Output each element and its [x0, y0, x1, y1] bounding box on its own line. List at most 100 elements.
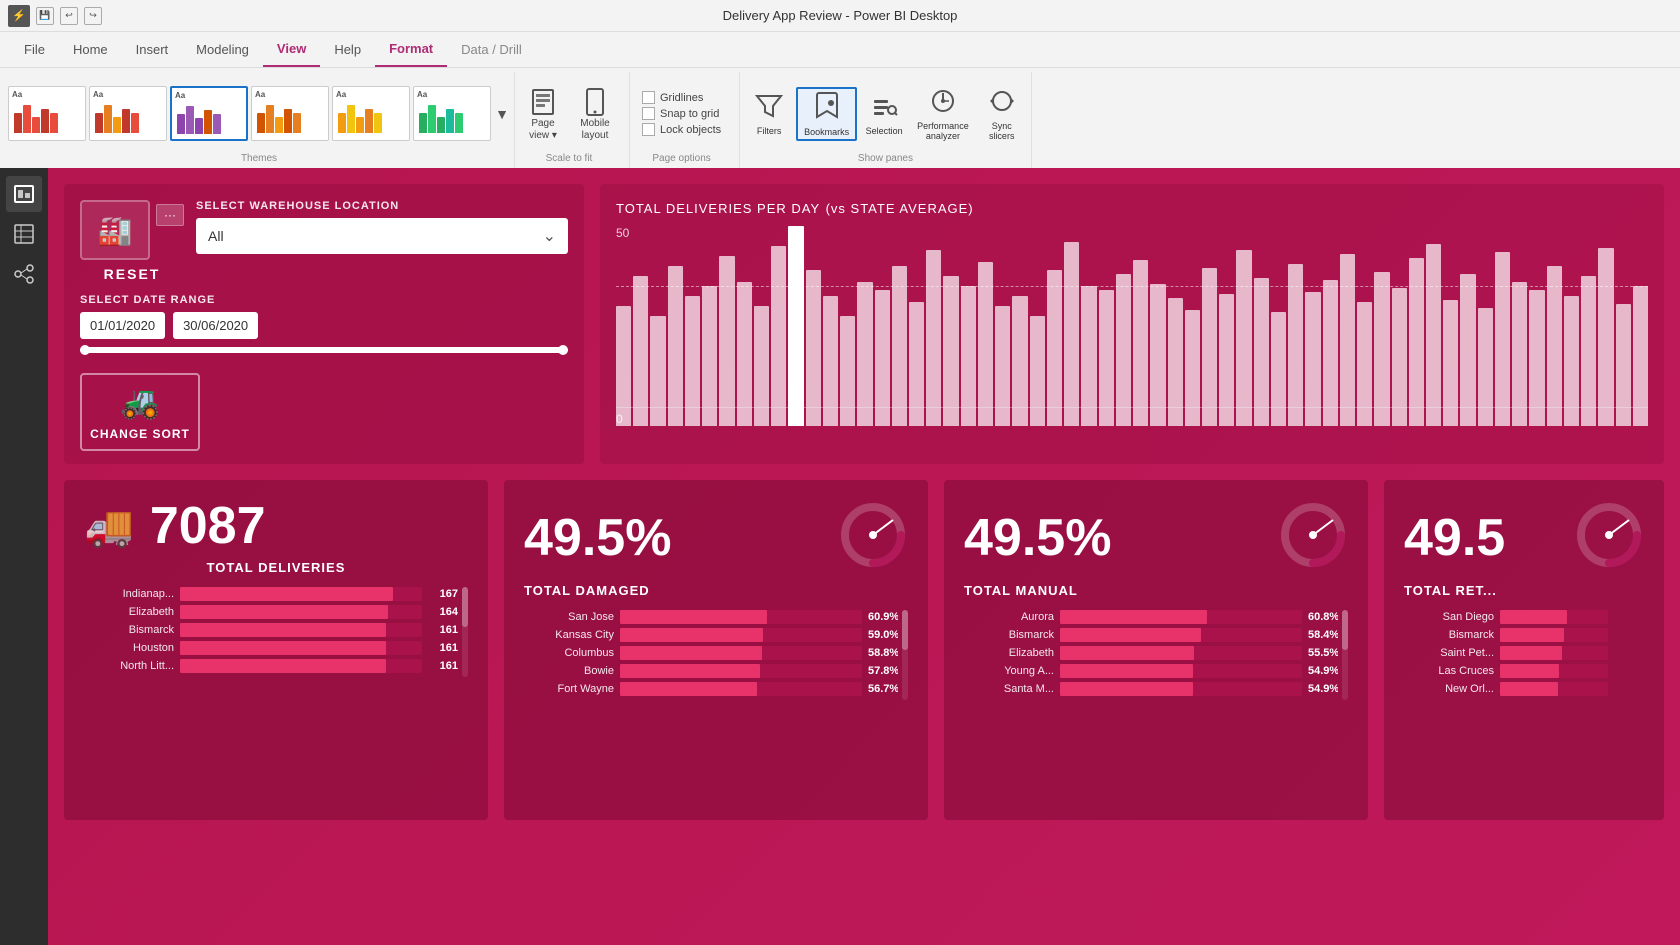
- themes-arrow[interactable]: ▼: [494, 86, 510, 141]
- tab-data-drill[interactable]: Data / Drill: [447, 32, 536, 67]
- bar-30: [1116, 274, 1131, 426]
- selection-icon: [870, 92, 898, 126]
- bar-52: [1495, 252, 1510, 426]
- more-button[interactable]: ···: [156, 204, 184, 226]
- bar-6: [702, 286, 717, 426]
- bar-2: [633, 276, 648, 426]
- date-inputs: 01/01/2020 30/06/2020: [80, 312, 568, 339]
- panes-row: Filters Bookmarks: [744, 74, 1027, 153]
- deliveries-scrollbar[interactable]: [462, 587, 468, 677]
- bar-7: [719, 256, 734, 426]
- tab-modeling[interactable]: Modeling: [182, 32, 263, 67]
- sync-slicers-label: Syncslicers: [989, 121, 1015, 141]
- selection-pane-btn[interactable]: Selection: [859, 90, 909, 138]
- tab-help[interactable]: Help: [320, 32, 375, 67]
- bar-58: [1598, 248, 1613, 426]
- gridlines-label: Gridlines: [660, 92, 703, 104]
- themes-row: Aa Aa: [8, 74, 510, 153]
- bar-46: [1392, 288, 1407, 426]
- theme-5[interactable]: Aa: [332, 86, 410, 141]
- title-bar-controls: ⚡ 💾 ↩ ↪: [8, 5, 102, 27]
- city-row-bismarck: Bismarck 161: [84, 623, 458, 637]
- date-to-input[interactable]: 30/06/2020: [173, 312, 258, 339]
- delivery-icon: 🚚: [84, 503, 134, 550]
- manual-scrollbar[interactable]: [1342, 610, 1348, 700]
- chart-area: TOTAL DELIVERIES PER DAY (vs STATE AVERA…: [600, 184, 1664, 464]
- theme-3[interactable]: Aa: [170, 86, 248, 141]
- window-title: Delivery App Review - Power BI Desktop: [723, 8, 958, 23]
- sync-icon: [988, 87, 1016, 121]
- snap-checkbox[interactable]: Snap to grid: [642, 107, 721, 120]
- theme-2[interactable]: Aa: [89, 86, 167, 141]
- scale-group-label: Scale to fit: [546, 153, 593, 166]
- total-manual-list: Aurora 60.8% Bismarck 58.4% Elizabeth: [964, 610, 1348, 700]
- total-ret-label: TOTAL RET...: [1404, 583, 1644, 598]
- page-view-btn[interactable]: Pageview ▾: [519, 83, 567, 145]
- bar-45: [1374, 272, 1389, 426]
- kpi-card-total-ret: 49.5 TOTAL RET... San Diego: [1384, 480, 1664, 820]
- change-sort-button[interactable]: 🚜 CHANGE SORT: [80, 373, 200, 451]
- tab-format[interactable]: Format: [375, 32, 447, 67]
- city-list-manual: Aurora 60.8% Bismarck 58.4% Elizabeth: [964, 610, 1338, 700]
- damaged-scrollbar-thumb: [902, 610, 908, 650]
- undo-btn[interactable]: ↩: [60, 7, 78, 25]
- total-deliveries-number: 7087: [150, 500, 266, 552]
- theme-6[interactable]: Aa: [413, 86, 491, 141]
- tab-file[interactable]: File: [10, 32, 59, 67]
- bookmarks-pane-btn[interactable]: Bookmarks: [796, 87, 857, 141]
- date-slider[interactable]: [80, 347, 568, 353]
- bar-20: [943, 276, 958, 426]
- bar-40: [1288, 264, 1303, 426]
- bar-26: [1047, 270, 1062, 426]
- save-btn[interactable]: 💾: [36, 7, 54, 25]
- city-row-lascruces: Las Cruces: [1404, 664, 1644, 678]
- mobile-layout-btn[interactable]: Mobilelayout: [571, 83, 619, 145]
- date-range-section: SELECT DATE RANGE 01/01/2020 30/06/2020: [80, 294, 568, 353]
- city-row-santam: Santa M... 54.9%: [964, 682, 1338, 696]
- total-damaged-number: 49.5%: [524, 512, 671, 564]
- chart-title: TOTAL DELIVERIES PER DAY (vs STATE AVERA…: [616, 200, 1648, 218]
- redo-btn[interactable]: ↪: [84, 7, 102, 25]
- city-row-aurora: Aurora 60.8%: [964, 610, 1338, 624]
- sidebar-report-icon[interactable]: [6, 176, 42, 212]
- bar-1: [616, 306, 631, 426]
- bar-32: [1150, 284, 1165, 426]
- tab-insert[interactable]: Insert: [122, 32, 183, 67]
- bar-53: [1512, 282, 1527, 426]
- city-row-indianap: Indianap... 167: [84, 587, 458, 601]
- warehouse-controls: SELECT WAREHOUSE LOCATION All ⌄: [196, 200, 568, 254]
- themes-group: Aa Aa: [4, 72, 515, 168]
- tab-view[interactable]: View: [263, 32, 320, 67]
- bar-57: [1581, 276, 1596, 426]
- tab-home[interactable]: Home: [59, 32, 122, 67]
- scale-group: Pageview ▾ Mobilelayout Scale to fit: [515, 72, 630, 168]
- bar-8: [737, 282, 752, 426]
- gridlines-checkbox[interactable]: Gridlines: [642, 91, 721, 104]
- sidebar-model-icon[interactable]: [6, 256, 42, 292]
- city-row-sanjose: San Jose 60.9%: [524, 610, 898, 624]
- filters-pane-btn[interactable]: Filters: [744, 90, 794, 138]
- ribbon-body: Aa Aa: [0, 68, 1680, 168]
- theme-1[interactable]: Aa: [8, 86, 86, 141]
- sync-slicers-pane-btn[interactable]: Syncslicers: [977, 85, 1027, 143]
- theme-4[interactable]: Aa: [251, 86, 329, 141]
- bar-37: [1236, 250, 1251, 426]
- top-section: 🏭 ··· RESET SELECT WAREHOUSE LOCATION Al…: [64, 184, 1664, 464]
- bar-3: [650, 316, 665, 426]
- slider-handle-left[interactable]: [80, 345, 90, 355]
- warehouse-dropdown[interactable]: All ⌄: [196, 218, 568, 254]
- warehouse-icon: 🏭: [80, 200, 150, 260]
- reset-label[interactable]: RESET: [104, 266, 161, 282]
- performance-pane-btn[interactable]: Performanceanalyzer: [911, 85, 975, 143]
- sidebar-table-icon[interactable]: [6, 216, 42, 252]
- filters-label: Filters: [757, 126, 782, 136]
- selection-label: Selection: [866, 126, 903, 136]
- date-from-input[interactable]: 01/01/2020: [80, 312, 165, 339]
- slider-handle-right[interactable]: [558, 345, 568, 355]
- lock-checkbox[interactable]: Lock objects: [642, 123, 721, 136]
- bar-43: [1340, 254, 1355, 426]
- lock-label: Lock objects: [660, 124, 721, 136]
- city-row-bowie: Bowie 57.8%: [524, 664, 898, 678]
- total-deliveries-label: TOTAL DELIVERIES: [84, 560, 468, 575]
- damaged-scrollbar[interactable]: [902, 610, 908, 700]
